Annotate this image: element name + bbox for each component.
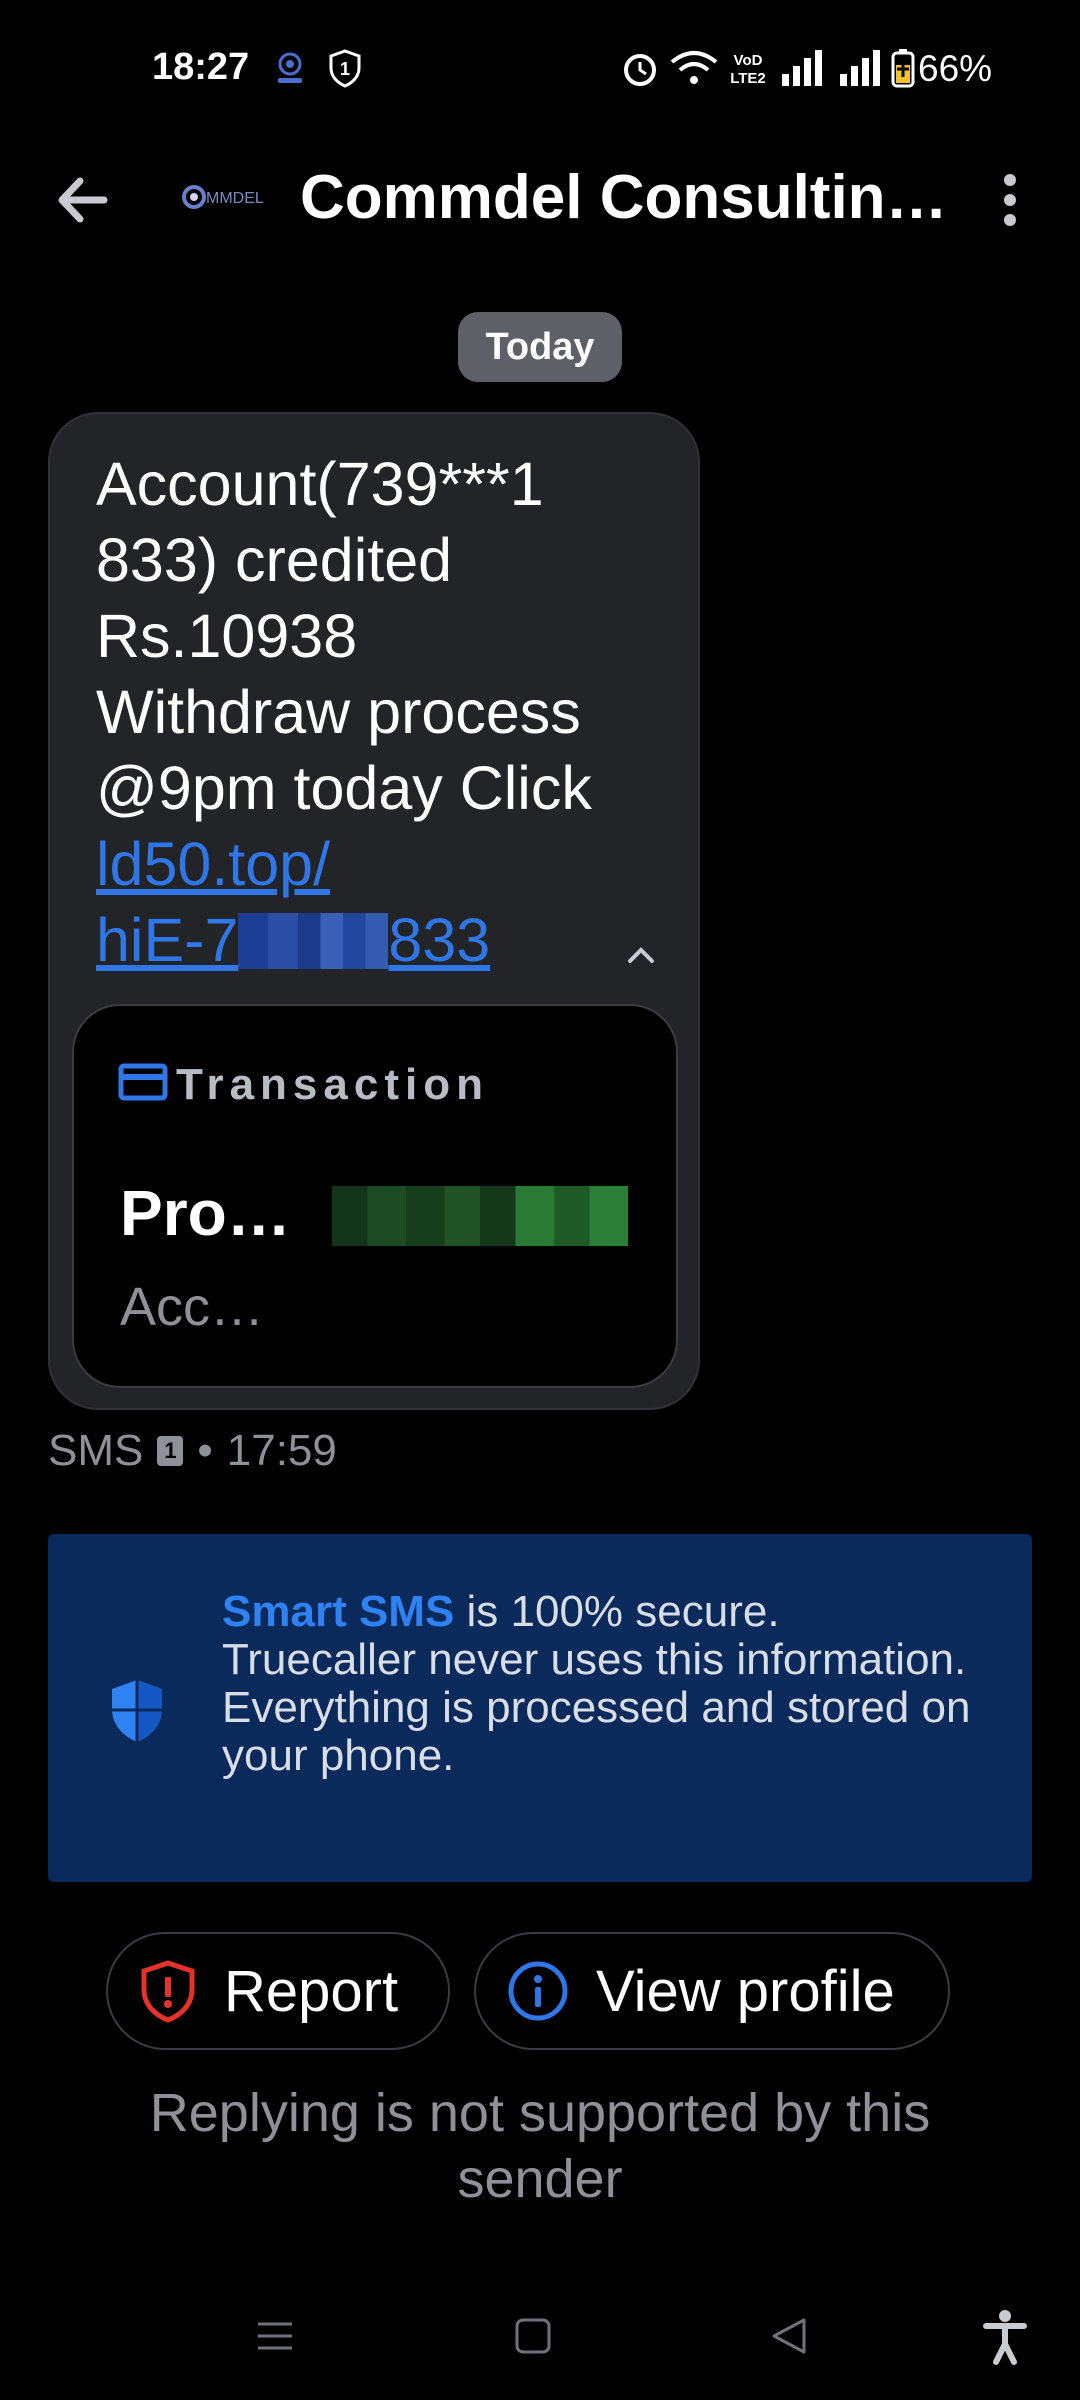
link-line: ld50.top/: [96, 830, 331, 898]
credit-card-icon: [118, 1063, 168, 1101]
view-profile-button[interactable]: View profile: [474, 1932, 950, 2050]
link-prefix: hiE-7: [96, 906, 239, 974]
volte-icon: VoD LTE2: [730, 52, 766, 87]
reply-not-supported-note: Replying is not supported by this sender: [149, 2083, 931, 2209]
transaction-title: Pro…: [120, 1177, 291, 1249]
banner-text: Smart SMS is 100% secure. Truecaller nev…: [222, 1588, 982, 1780]
message-meta: SMS 1 • 17:59: [48, 1426, 337, 1476]
smart-sms-link[interactable]: Smart SMS: [222, 1587, 454, 1636]
status-time: 18:27: [152, 46, 250, 88]
message-link[interactable]: ld50.top/ hiE-7 833: [96, 826, 656, 978]
conversation-title: Commdel Consultin…: [300, 163, 948, 232]
shield-icon: [112, 1680, 162, 1742]
home-icon[interactable]: [508, 2306, 558, 2366]
more-options-icon[interactable]: [980, 160, 1040, 240]
svg-text:VoD: VoD: [734, 52, 763, 69]
accessibility-icon[interactable]: [980, 2306, 1030, 2366]
message-time: 17:59: [226, 1426, 337, 1475]
camera-icon: [278, 52, 302, 83]
link-suffix: 833: [388, 906, 491, 974]
date-chip: Today: [458, 312, 622, 382]
report-label: Report: [224, 1958, 399, 2024]
message-line: Withdraw process: [96, 678, 581, 746]
sim-icon: 1: [157, 1436, 184, 1466]
back-arrow-icon[interactable]: [40, 155, 130, 245]
info-icon: [508, 1961, 568, 2021]
message-line: Rs.10938: [96, 602, 358, 670]
redacted-amount: [332, 1186, 628, 1246]
transaction-label: Transaction: [176, 1060, 489, 1109]
logo-icon: MMDEL: [182, 185, 264, 209]
svg-text:LTE2: LTE2: [730, 70, 766, 87]
svg-text:1: 1: [340, 59, 350, 79]
recent-apps-icon[interactable]: [250, 2306, 300, 2366]
chevron-up-icon[interactable]: [616, 930, 666, 980]
battery-icon: [891, 49, 915, 88]
transaction-subtitle: Acc…: [120, 1277, 265, 1337]
redacted-block: [238, 913, 389, 969]
meta-separator: •: [197, 1426, 213, 1475]
view-profile-label: View profile: [596, 1958, 895, 2024]
shield-number-icon: 1: [329, 49, 361, 88]
report-shield-icon: [141, 1960, 195, 2023]
message-line: Account(739***1: [96, 450, 544, 518]
message-line: @9pm today Click: [96, 754, 592, 822]
wifi-icon: [670, 51, 718, 84]
message-text: Account(739***1 833) credited Rs.10938 W…: [96, 446, 656, 978]
sender-logo: MMDEL: [172, 172, 272, 222]
signal-icon: [840, 50, 880, 86]
back-nav-icon[interactable]: [764, 2306, 814, 2366]
message-type: SMS: [48, 1426, 144, 1475]
message-line: 833) credited: [96, 526, 453, 594]
signal-icon: [782, 50, 822, 86]
battery-percent: 66%: [918, 48, 993, 89]
report-button[interactable]: Report: [106, 1932, 450, 2050]
alarm-icon: [624, 54, 656, 86]
svg-text:MMDEL: MMDEL: [206, 190, 264, 207]
link-line: hiE-7 833: [96, 902, 656, 978]
